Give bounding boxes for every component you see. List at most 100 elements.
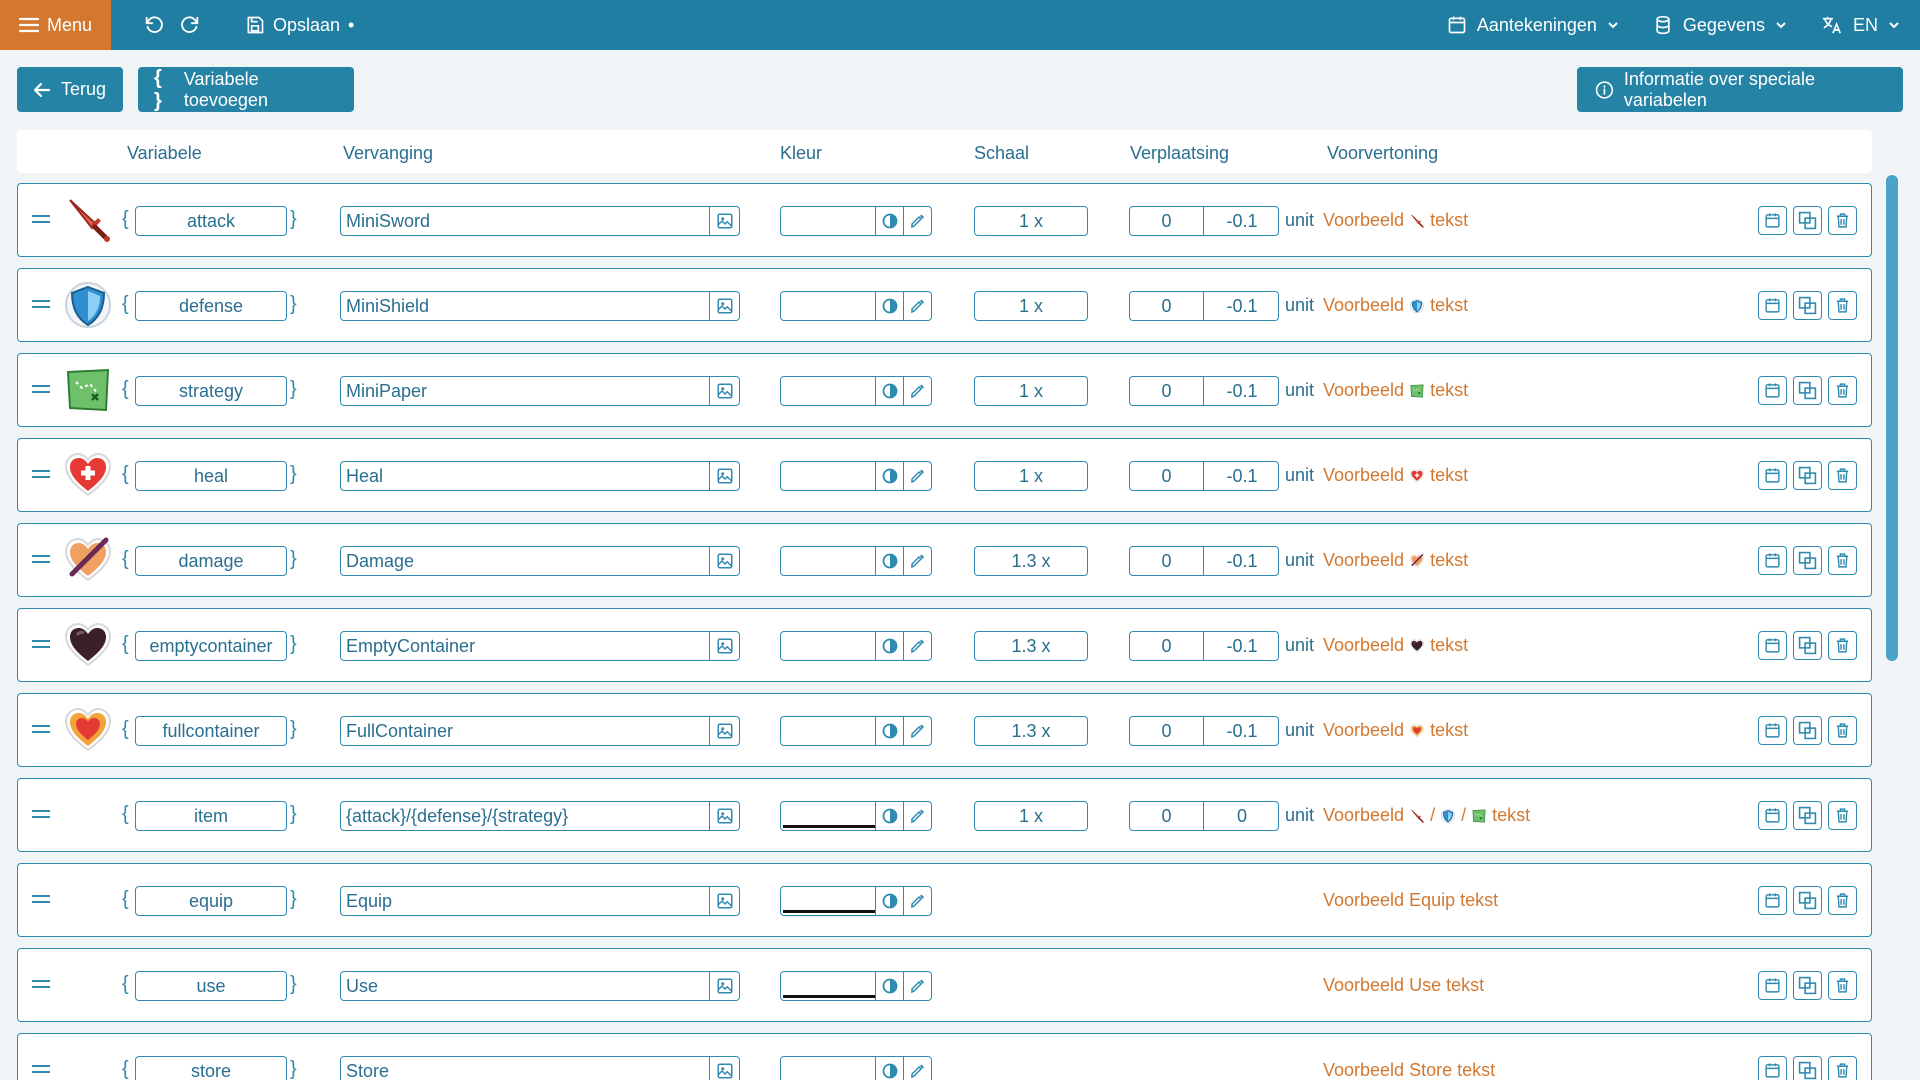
replacement-input[interactable]: MiniPaper (340, 376, 740, 406)
data-dropdown[interactable]: Gegevens (1653, 15, 1787, 36)
drag-handle-icon[interactable] (32, 1061, 50, 1079)
calendar-icon[interactable] (1758, 1056, 1787, 1080)
trash-icon[interactable] (1828, 206, 1857, 235)
offset-input[interactable]: 0 -0.1 (1129, 376, 1279, 406)
color-input[interactable] (780, 631, 932, 661)
contrast-icon[interactable] (875, 887, 903, 915)
color-input[interactable] (780, 546, 932, 576)
trash-icon[interactable] (1828, 376, 1857, 405)
color-input[interactable] (780, 971, 932, 1001)
calendar-icon[interactable] (1758, 291, 1787, 320)
variable-name-input[interactable]: damage (135, 546, 287, 576)
image-picker-icon[interactable] (709, 802, 739, 830)
duplicate-icon[interactable] (1793, 971, 1822, 1000)
eyedropper-icon[interactable] (903, 547, 931, 575)
color-swatch[interactable] (783, 294, 875, 318)
trash-icon[interactable] (1828, 886, 1857, 915)
menu-button[interactable]: Menu (0, 0, 111, 50)
contrast-icon[interactable] (875, 547, 903, 575)
eyedropper-icon[interactable] (903, 1057, 931, 1080)
variable-name-input[interactable]: defense (135, 291, 287, 321)
eyedropper-icon[interactable] (903, 207, 931, 235)
contrast-icon[interactable] (875, 972, 903, 1000)
color-swatch[interactable] (783, 464, 875, 488)
contrast-icon[interactable] (875, 462, 903, 490)
offset-input[interactable]: 0 -0.1 (1129, 631, 1279, 661)
color-input[interactable] (780, 206, 932, 236)
offset-x-input[interactable]: 0 (1130, 462, 1204, 490)
image-picker-icon[interactable] (709, 377, 739, 405)
variable-name-input[interactable]: heal (135, 461, 287, 491)
trash-icon[interactable] (1828, 546, 1857, 575)
drag-handle-icon[interactable] (32, 296, 50, 314)
contrast-icon[interactable] (875, 207, 903, 235)
duplicate-icon[interactable] (1793, 631, 1822, 660)
replacement-input[interactable]: EmptyContainer (340, 631, 740, 661)
offset-input[interactable]: 0 -0.1 (1129, 206, 1279, 236)
trash-icon[interactable] (1828, 716, 1857, 745)
replacement-input[interactable]: Store (340, 1056, 740, 1080)
add-variable-button[interactable]: { } Variabele toevoegen (138, 67, 354, 112)
drag-handle-icon[interactable] (32, 211, 50, 229)
color-swatch[interactable] (783, 209, 875, 233)
duplicate-icon[interactable] (1793, 206, 1822, 235)
color-input[interactable] (780, 716, 932, 746)
variable-name-input[interactable]: store (135, 1056, 287, 1080)
offset-y-input[interactable]: -0.1 (1205, 292, 1279, 320)
contrast-icon[interactable] (875, 632, 903, 660)
scale-input[interactable]: 1 x (974, 206, 1088, 236)
scale-input[interactable]: 1.3 x (974, 546, 1088, 576)
drag-handle-icon[interactable] (32, 466, 50, 484)
image-picker-icon[interactable] (709, 717, 739, 745)
scale-input[interactable]: 1 x (974, 291, 1088, 321)
eyedropper-icon[interactable] (903, 292, 931, 320)
calendar-icon[interactable] (1758, 886, 1787, 915)
variable-name-input[interactable]: emptycontainer (135, 631, 287, 661)
offset-x-input[interactable]: 0 (1130, 292, 1204, 320)
calendar-icon[interactable] (1758, 716, 1787, 745)
drag-handle-icon[interactable] (32, 381, 50, 399)
trash-icon[interactable] (1828, 971, 1857, 1000)
contrast-icon[interactable] (875, 717, 903, 745)
duplicate-icon[interactable] (1793, 886, 1822, 915)
color-swatch[interactable] (783, 634, 875, 658)
calendar-icon[interactable] (1758, 206, 1787, 235)
eyedropper-icon[interactable] (903, 632, 931, 660)
color-input[interactable] (780, 801, 932, 831)
variable-name-input[interactable]: attack (135, 206, 287, 236)
offset-input[interactable]: 0 -0.1 (1129, 716, 1279, 746)
image-picker-icon[interactable] (709, 207, 739, 235)
replacement-input[interactable]: MiniShield (340, 291, 740, 321)
replacement-input[interactable]: Equip (340, 886, 740, 916)
offset-y-input[interactable]: -0.1 (1205, 377, 1279, 405)
contrast-icon[interactable] (875, 292, 903, 320)
back-button[interactable]: Terug (17, 67, 123, 112)
drag-handle-icon[interactable] (32, 976, 50, 994)
image-picker-icon[interactable] (709, 1057, 739, 1080)
replacement-input[interactable]: Damage (340, 546, 740, 576)
contrast-icon[interactable] (875, 377, 903, 405)
duplicate-icon[interactable] (1793, 801, 1822, 830)
trash-icon[interactable] (1828, 801, 1857, 830)
color-swatch[interactable] (783, 549, 875, 573)
image-picker-icon[interactable] (709, 632, 739, 660)
redo-button[interactable] (165, 0, 215, 50)
color-swatch[interactable] (783, 379, 875, 403)
replacement-input[interactable]: {attack}/{defense}/{strategy} (340, 801, 740, 831)
eyedropper-icon[interactable] (903, 972, 931, 1000)
duplicate-icon[interactable] (1793, 716, 1822, 745)
offset-input[interactable]: 0 -0.1 (1129, 546, 1279, 576)
contrast-icon[interactable] (875, 802, 903, 830)
offset-y-input[interactable]: 0 (1205, 802, 1279, 830)
offset-x-input[interactable]: 0 (1130, 547, 1204, 575)
calendar-icon[interactable] (1758, 461, 1787, 490)
offset-input[interactable]: 0 -0.1 (1129, 461, 1279, 491)
scale-input[interactable]: 1 x (974, 461, 1088, 491)
calendar-icon[interactable] (1758, 376, 1787, 405)
calendar-icon[interactable] (1758, 631, 1787, 660)
color-input[interactable] (780, 461, 932, 491)
image-picker-icon[interactable] (709, 887, 739, 915)
offset-y-input[interactable]: -0.1 (1205, 207, 1279, 235)
color-swatch[interactable] (783, 1059, 875, 1080)
image-picker-icon[interactable] (709, 292, 739, 320)
